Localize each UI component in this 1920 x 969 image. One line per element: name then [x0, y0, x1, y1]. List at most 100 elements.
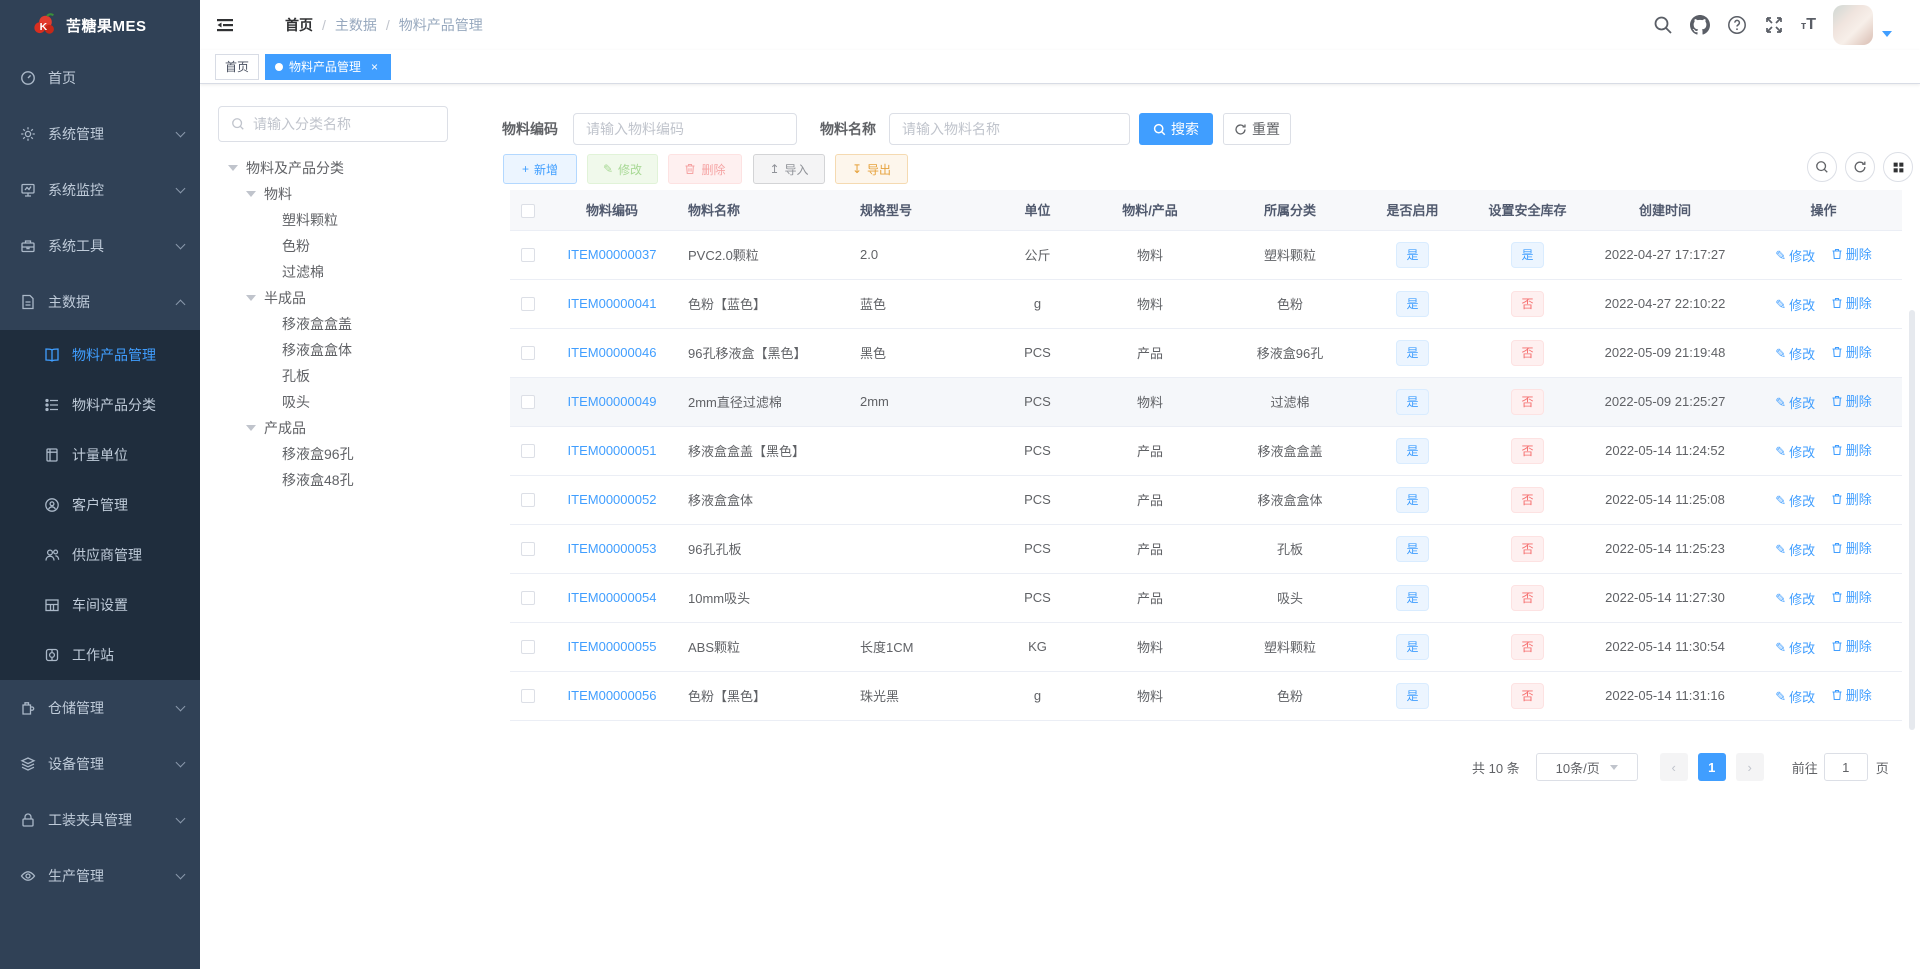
table-row[interactable]: ITEM00000054 10mm吸头 PCS 产品 吸头 是 否 2022-0…: [510, 573, 1902, 623]
row-edit-link[interactable]: ✎ 修改: [1775, 491, 1815, 510]
item-code-link[interactable]: ITEM00000051: [568, 443, 657, 458]
tree-node[interactable]: 物料及产品分类: [218, 155, 498, 181]
row-edit-link[interactable]: ✎ 修改: [1775, 344, 1815, 363]
delete-button[interactable]: 删除: [668, 154, 742, 184]
expand-arrow-icon[interactable]: [246, 295, 256, 301]
row-checkbox[interactable]: [521, 346, 535, 361]
row-delete-link[interactable]: 删除: [1831, 587, 1872, 606]
column-settings-button[interactable]: [1883, 152, 1913, 182]
tree-node[interactable]: 物料: [218, 181, 498, 207]
fullscreen-icon[interactable]: [1764, 15, 1784, 35]
user-menu-caret-icon[interactable]: [1882, 31, 1892, 37]
import-button[interactable]: ↥ 导入: [753, 154, 825, 184]
item-code-link[interactable]: ITEM00000055: [568, 639, 657, 654]
sidebar-item-material-product-category[interactable]: 物料产品分类: [0, 380, 200, 430]
search-icon[interactable]: [1653, 15, 1673, 35]
sidebar-item-warehouse-mgmt[interactable]: 仓储管理: [0, 680, 200, 736]
tree-node[interactable]: 过滤棉: [218, 259, 498, 285]
expand-arrow-icon[interactable]: [228, 165, 238, 171]
breadcrumb-master-data[interactable]: 主数据: [335, 15, 377, 35]
table-row[interactable]: ITEM00000046 96孔移液盒【黑色】 黑色 PCS 产品 移液盒96孔…: [510, 328, 1902, 378]
row-edit-link[interactable]: ✎ 修改: [1775, 540, 1815, 559]
avatar[interactable]: [1833, 5, 1873, 45]
show-search-toggle-button[interactable]: [1807, 152, 1837, 182]
app-logo[interactable]: K 苦糖果MES: [0, 0, 200, 50]
sidebar-item-workstation[interactable]: 工作站: [0, 630, 200, 680]
category-search-input[interactable]: [253, 116, 423, 132]
sidebar-item-measure-unit[interactable]: 计量单位: [0, 430, 200, 480]
sidebar-item-system-monitor[interactable]: 系统监控: [0, 162, 200, 218]
material-name-input[interactable]: [889, 113, 1130, 145]
table-row[interactable]: ITEM00000051 移液盒盒盖【黑色】 PCS 产品 移液盒盒盖 是 否 …: [510, 426, 1902, 476]
sidebar-fold-icon[interactable]: [215, 15, 235, 35]
reset-button[interactable]: 重置: [1223, 113, 1291, 145]
page-size-select[interactable]: 10条/页: [1535, 753, 1638, 781]
sidebar-item-system-tools[interactable]: 系统工具: [0, 218, 200, 274]
row-checkbox[interactable]: [521, 248, 535, 263]
breadcrumb-home[interactable]: 首页: [285, 15, 313, 35]
font-size-icon[interactable]: тT: [1801, 15, 1816, 36]
row-checkbox[interactable]: [521, 689, 535, 704]
prev-page-button[interactable]: ‹: [1659, 753, 1688, 781]
row-checkbox[interactable]: [521, 591, 535, 606]
scrollbar-thumb[interactable]: [1909, 310, 1915, 730]
tree-node[interactable]: 产成品: [218, 415, 498, 441]
tree-node[interactable]: 孔板: [218, 363, 498, 389]
row-delete-link[interactable]: 删除: [1831, 391, 1872, 410]
next-page-button[interactable]: ›: [1735, 753, 1764, 781]
help-icon[interactable]: [1727, 15, 1747, 35]
github-icon[interactable]: [1689, 15, 1710, 35]
row-checkbox[interactable]: [521, 395, 535, 410]
sidebar-item-system-mgmt[interactable]: 系统管理: [0, 106, 200, 162]
row-edit-link[interactable]: ✎ 修改: [1775, 295, 1815, 314]
row-edit-link[interactable]: ✎ 修改: [1775, 246, 1815, 265]
tree-node[interactable]: 移液盒盒盖: [218, 311, 498, 337]
row-delete-link[interactable]: 删除: [1831, 440, 1872, 459]
row-edit-link[interactable]: ✎ 修改: [1775, 393, 1815, 412]
tree-node[interactable]: 色粉: [218, 233, 498, 259]
row-delete-link[interactable]: 删除: [1831, 685, 1872, 704]
sidebar-item-home[interactable]: 首页: [0, 50, 200, 106]
add-button[interactable]: + 新增: [503, 154, 577, 184]
refresh-table-button[interactable]: [1845, 152, 1875, 182]
row-checkbox[interactable]: [521, 444, 535, 459]
sidebar-item-workshop-settings[interactable]: 车间设置: [0, 580, 200, 630]
row-checkbox[interactable]: [521, 640, 535, 655]
row-checkbox[interactable]: [521, 493, 535, 508]
select-all-checkbox[interactable]: [521, 203, 535, 218]
expand-arrow-icon[interactable]: [246, 425, 256, 431]
item-code-link[interactable]: ITEM00000054: [568, 590, 657, 605]
table-row[interactable]: ITEM00000037 PVC2.0颗粒 2.0 公斤 物料 塑料颗粒 是 是…: [510, 230, 1902, 280]
item-code-link[interactable]: ITEM00000052: [568, 492, 657, 507]
goto-page-input[interactable]: [1823, 753, 1868, 781]
tree-node[interactable]: 吸头: [218, 389, 498, 415]
sidebar-item-customer-mgmt[interactable]: 客户管理: [0, 480, 200, 530]
edit-button[interactable]: ✎ 修改: [587, 154, 658, 184]
row-delete-link[interactable]: 删除: [1831, 342, 1872, 361]
table-row[interactable]: ITEM00000055 ABS颗粒 长度1CM KG 物料 塑料颗粒 是 否 …: [510, 622, 1902, 672]
tree-node[interactable]: 移液盒盒体: [218, 337, 498, 363]
table-row[interactable]: ITEM00000052 移液盒盒体 PCS 产品 移液盒盒体 是 否 2022…: [510, 475, 1902, 525]
sidebar-item-material-product-mgmt[interactable]: 物料产品管理: [0, 330, 200, 380]
current-page-button[interactable]: 1: [1697, 753, 1726, 781]
row-edit-link[interactable]: ✎ 修改: [1775, 589, 1815, 608]
row-edit-link[interactable]: ✎ 修改: [1775, 638, 1815, 657]
tree-node[interactable]: 半成品: [218, 285, 498, 311]
material-code-input[interactable]: [573, 113, 797, 145]
item-code-link[interactable]: ITEM00000037: [568, 247, 657, 262]
expand-arrow-icon[interactable]: [246, 191, 256, 197]
sidebar-item-production-mgmt[interactable]: 生产管理: [0, 848, 200, 904]
sidebar-item-supplier-mgmt[interactable]: 供应商管理: [0, 530, 200, 580]
row-delete-link[interactable]: 删除: [1831, 293, 1872, 312]
item-code-link[interactable]: ITEM00000053: [568, 541, 657, 556]
row-edit-link[interactable]: ✎ 修改: [1775, 442, 1815, 461]
search-button[interactable]: 搜索: [1139, 113, 1213, 145]
tag-home[interactable]: 首页: [215, 53, 260, 80]
item-code-link[interactable]: ITEM00000046: [568, 345, 657, 360]
tree-node[interactable]: 塑料颗粒: [218, 207, 498, 233]
table-row[interactable]: ITEM00000053 96孔孔板 PCS 产品 孔板 是 否 2022-05…: [510, 524, 1902, 574]
sidebar-item-master-data[interactable]: 主数据: [0, 274, 200, 330]
row-delete-link[interactable]: 删除: [1831, 489, 1872, 508]
item-code-link[interactable]: ITEM00000056: [568, 688, 657, 703]
sidebar-item-equipment-mgmt[interactable]: 设备管理: [0, 736, 200, 792]
